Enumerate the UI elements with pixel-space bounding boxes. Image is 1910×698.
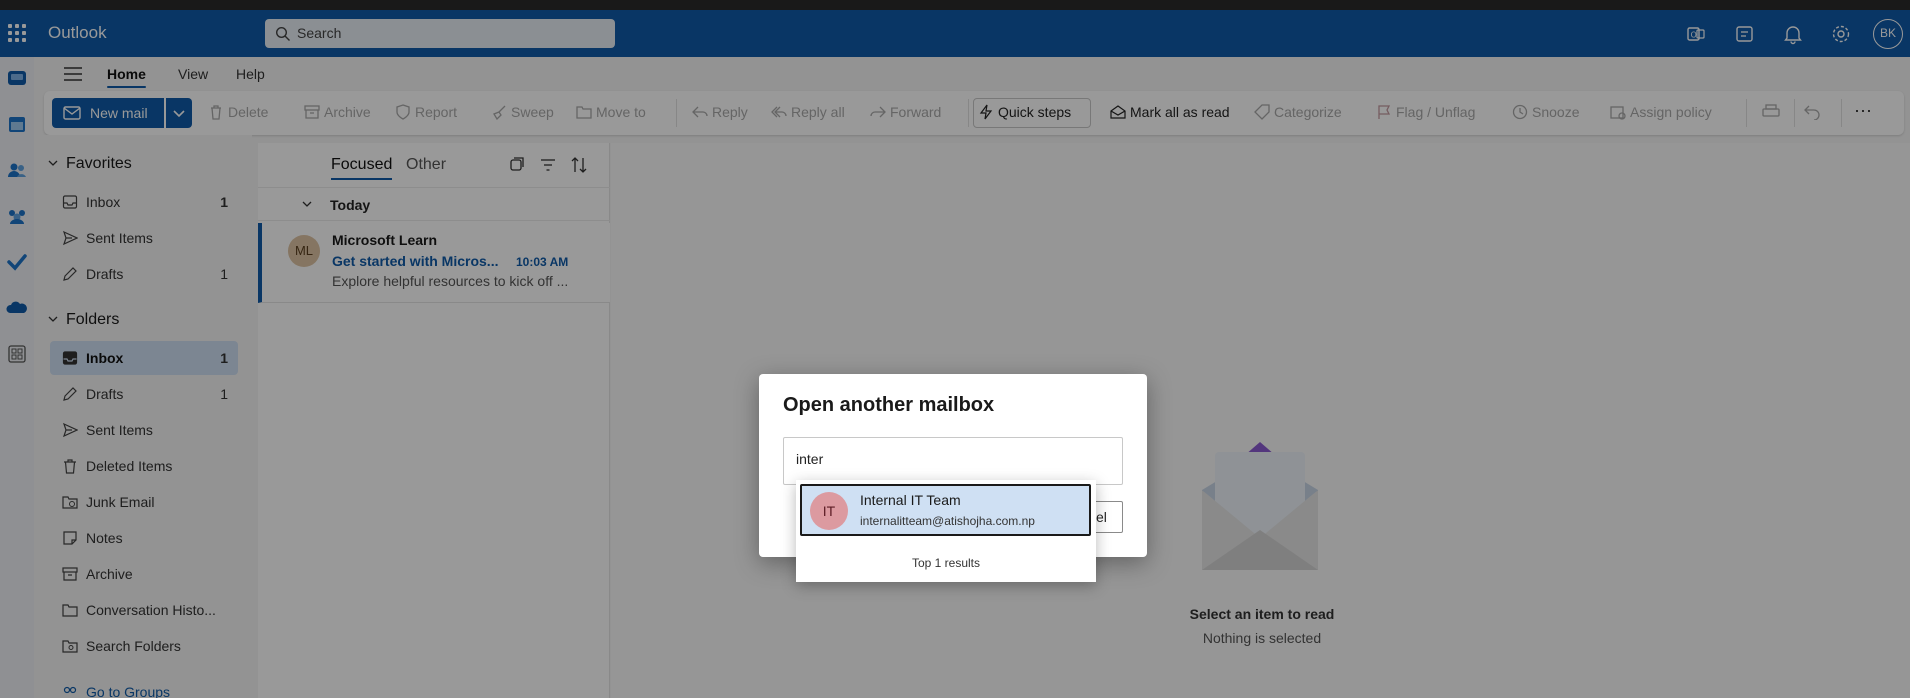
dialog-title: Open another mailbox: [783, 394, 995, 416]
suggestion-item[interactable]: IT Internal IT Team internalitteam@atish…: [800, 484, 1091, 536]
suggestion-avatar: IT: [810, 492, 848, 530]
suggestion-name: Internal IT Team: [860, 492, 961, 508]
suggestion-email: internalitteam@atishojha.com.np: [860, 514, 1035, 528]
mailbox-search-input[interactable]: inter: [783, 437, 1123, 485]
suggestions-footer: Top 1 results: [911, 556, 981, 570]
modal-overlay[interactable]: [0, 0, 1910, 698]
mailbox-suggestions: IT Internal IT Team internalitteam@atish…: [796, 480, 1096, 582]
cancel-label-partial: el: [1096, 509, 1107, 525]
